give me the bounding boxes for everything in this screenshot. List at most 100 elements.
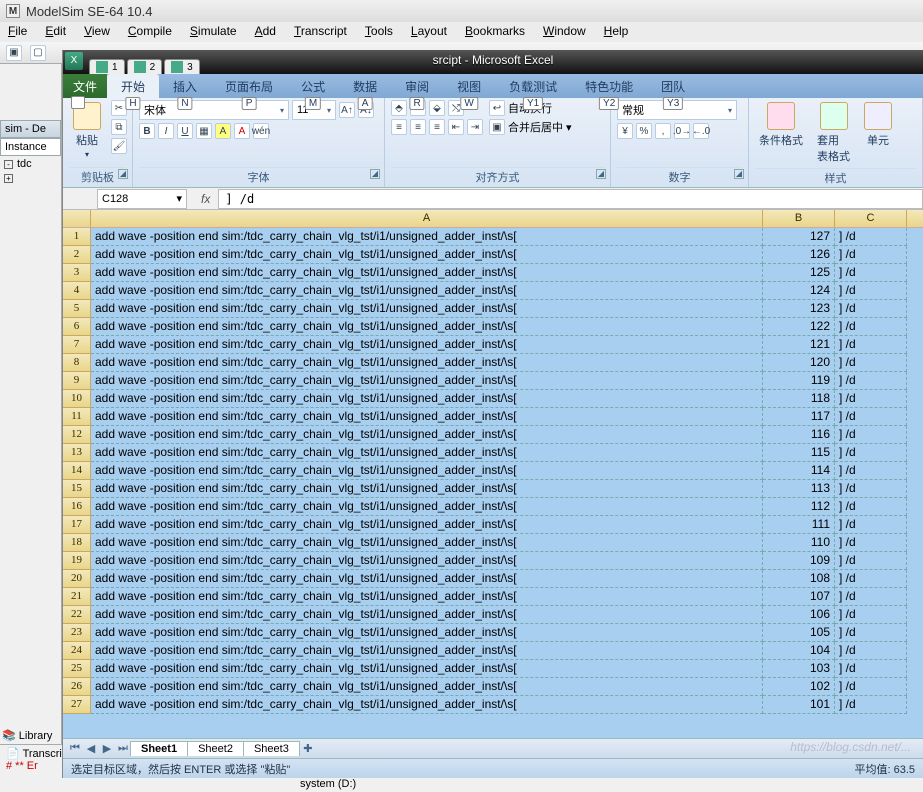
cell[interactable]: ] /d xyxy=(835,282,907,300)
ribbon-tab-Y2[interactable]: 特色功能Y2 xyxy=(571,74,647,99)
comma-icon[interactable]: , xyxy=(655,123,671,139)
grid-row[interactable]: 16add wave -position end sim:/tdc_carry_… xyxy=(63,498,923,516)
format-painter-icon[interactable]: 🖌 xyxy=(111,138,127,154)
cell[interactable]: 113 xyxy=(763,480,835,498)
menu-edit[interactable]: Edit xyxy=(45,24,66,40)
menu-add[interactable]: Add xyxy=(255,24,276,40)
cell[interactable]: 118 xyxy=(763,390,835,408)
grid-row[interactable]: 23add wave -position end sim:/tdc_carry_… xyxy=(63,624,923,642)
cell[interactable]: 105 xyxy=(763,624,835,642)
workbook-tab[interactable]: 2 xyxy=(127,59,163,74)
grid-row[interactable]: 1add wave -position end sim:/tdc_carry_c… xyxy=(63,228,923,246)
row-header[interactable]: 9 xyxy=(63,372,91,390)
phonetic-icon[interactable]: wén xyxy=(253,123,269,139)
cell[interactable]: add wave -position end sim:/tdc_carry_ch… xyxy=(91,462,763,480)
cell[interactable]: ] /d xyxy=(835,534,907,552)
cell[interactable]: ] /d xyxy=(835,336,907,354)
row-header[interactable]: 6 xyxy=(63,318,91,336)
cell[interactable]: ] /d xyxy=(835,426,907,444)
cell[interactable]: 110 xyxy=(763,534,835,552)
grid-row[interactable]: 27add wave -position end sim:/tdc_carry_… xyxy=(63,696,923,714)
percent-icon[interactable]: % xyxy=(636,123,652,139)
cell[interactable]: add wave -position end sim:/tdc_carry_ch… xyxy=(91,318,763,336)
row-header[interactable]: 11 xyxy=(63,408,91,426)
cell[interactable]: 119 xyxy=(763,372,835,390)
menu-layout[interactable]: Layout xyxy=(411,24,447,40)
grid-row[interactable]: 11add wave -position end sim:/tdc_carry_… xyxy=(63,408,923,426)
spreadsheet-grid[interactable]: A B C 1add wave -position end sim:/tdc_c… xyxy=(63,210,923,758)
menu-view[interactable]: View xyxy=(84,24,110,40)
cell[interactable]: add wave -position end sim:/tdc_carry_ch… xyxy=(91,336,763,354)
cell[interactable]: 122 xyxy=(763,318,835,336)
grid-row[interactable]: 15add wave -position end sim:/tdc_carry_… xyxy=(63,480,923,498)
row-header[interactable]: 4 xyxy=(63,282,91,300)
cell[interactable]: add wave -position end sim:/tdc_carry_ch… xyxy=(91,354,763,372)
sheet-tab[interactable]: Sheet1 xyxy=(130,741,188,756)
cell[interactable]: add wave -position end sim:/tdc_carry_ch… xyxy=(91,552,763,570)
align-center-icon[interactable]: ≡ xyxy=(410,119,426,135)
cell[interactable]: ] /d xyxy=(835,606,907,624)
ribbon-tab-Y1[interactable]: 负载测试Y1 xyxy=(495,74,571,99)
modelsim-sidebar[interactable]: sim - De Instance -tdc + 📚 Library xyxy=(0,64,62,744)
row-header[interactable]: 10 xyxy=(63,390,91,408)
sheet-tab[interactable]: Sheet3 xyxy=(243,741,300,756)
cell[interactable]: ] /d xyxy=(835,462,907,480)
cell[interactable]: 115 xyxy=(763,444,835,462)
row-header[interactable]: 13 xyxy=(63,444,91,462)
font-name-select[interactable]: 宋体▾ xyxy=(139,100,289,120)
ribbon-tab-W[interactable]: 视图W xyxy=(443,74,495,99)
underline-button[interactable]: U xyxy=(177,123,193,139)
cell[interactable]: add wave -position end sim:/tdc_carry_ch… xyxy=(91,570,763,588)
ribbon-tab-P[interactable]: 页面布局P xyxy=(211,74,287,99)
system-drive[interactable]: system (D:) xyxy=(300,778,356,790)
indent-increase-icon[interactable]: ⇥ xyxy=(467,119,483,135)
cell[interactable]: add wave -position end sim:/tdc_carry_ch… xyxy=(91,498,763,516)
cell[interactable]: ] /d xyxy=(835,516,907,534)
cell[interactable]: ] /d xyxy=(835,228,907,246)
cell[interactable]: ] /d xyxy=(835,246,907,264)
indent-decrease-icon[interactable]: ⇤ xyxy=(448,119,464,135)
grid-row[interactable]: 3add wave -position end sim:/tdc_carry_c… xyxy=(63,264,923,282)
grid-row[interactable]: 9add wave -position end sim:/tdc_carry_c… xyxy=(63,372,923,390)
row-header[interactable]: 18 xyxy=(63,534,91,552)
conditional-format-button[interactable]: 条件格式 xyxy=(755,100,807,150)
cell[interactable]: 106 xyxy=(763,606,835,624)
bold-button[interactable]: B xyxy=(139,123,155,139)
modelsim-menubar[interactable]: FileEditViewCompileSimulateAddTranscript… xyxy=(0,22,923,42)
ribbon-tab-M[interactable]: 公式M xyxy=(287,74,339,99)
cell[interactable]: 111 xyxy=(763,516,835,534)
cell[interactable]: ] /d xyxy=(835,642,907,660)
cell[interactable]: 102 xyxy=(763,678,835,696)
menu-tools[interactable]: Tools xyxy=(365,24,393,40)
grid-row[interactable]: 19add wave -position end sim:/tdc_carry_… xyxy=(63,552,923,570)
cell[interactable]: 104 xyxy=(763,642,835,660)
cell[interactable]: add wave -position end sim:/tdc_carry_ch… xyxy=(91,534,763,552)
cell[interactable]: ] /d xyxy=(835,300,907,318)
grid-row[interactable]: 17add wave -position end sim:/tdc_carry_… xyxy=(63,516,923,534)
ribbon-file-tab[interactable]: 文件 F xyxy=(63,74,107,98)
row-header[interactable]: 12 xyxy=(63,426,91,444)
cell[interactable]: 112 xyxy=(763,498,835,516)
cell[interactable]: ] /d xyxy=(835,498,907,516)
decrease-decimal-icon[interactable]: ←.0 xyxy=(693,123,709,139)
col-header-c[interactable]: C xyxy=(835,210,907,227)
cell[interactable]: ] /d xyxy=(835,318,907,336)
column-headers[interactable]: A B C xyxy=(63,210,923,228)
dialog-launcher-icon[interactable]: ◢ xyxy=(734,169,744,179)
cell[interactable]: 108 xyxy=(763,570,835,588)
italic-button[interactable]: I xyxy=(158,123,174,139)
copy-icon[interactable]: ⧉ xyxy=(111,119,127,135)
name-box[interactable]: C128▾ xyxy=(97,189,187,209)
grid-row[interactable]: 18add wave -position end sim:/tdc_carry_… xyxy=(63,534,923,552)
dialog-launcher-icon[interactable]: ◢ xyxy=(596,169,606,179)
cell[interactable]: ] /d xyxy=(835,372,907,390)
fx-icon[interactable]: fx xyxy=(193,192,218,206)
row-header[interactable]: 19 xyxy=(63,552,91,570)
merge-center-button[interactable]: ▣合并后居中▾ xyxy=(489,119,572,135)
collapse-icon[interactable]: - xyxy=(4,160,13,169)
cell[interactable]: 103 xyxy=(763,660,835,678)
cell[interactable]: add wave -position end sim:/tdc_carry_ch… xyxy=(91,606,763,624)
grid-row[interactable]: 20add wave -position end sim:/tdc_carry_… xyxy=(63,570,923,588)
excel-app-icon[interactable]: X xyxy=(65,52,83,70)
row-header[interactable]: 7 xyxy=(63,336,91,354)
